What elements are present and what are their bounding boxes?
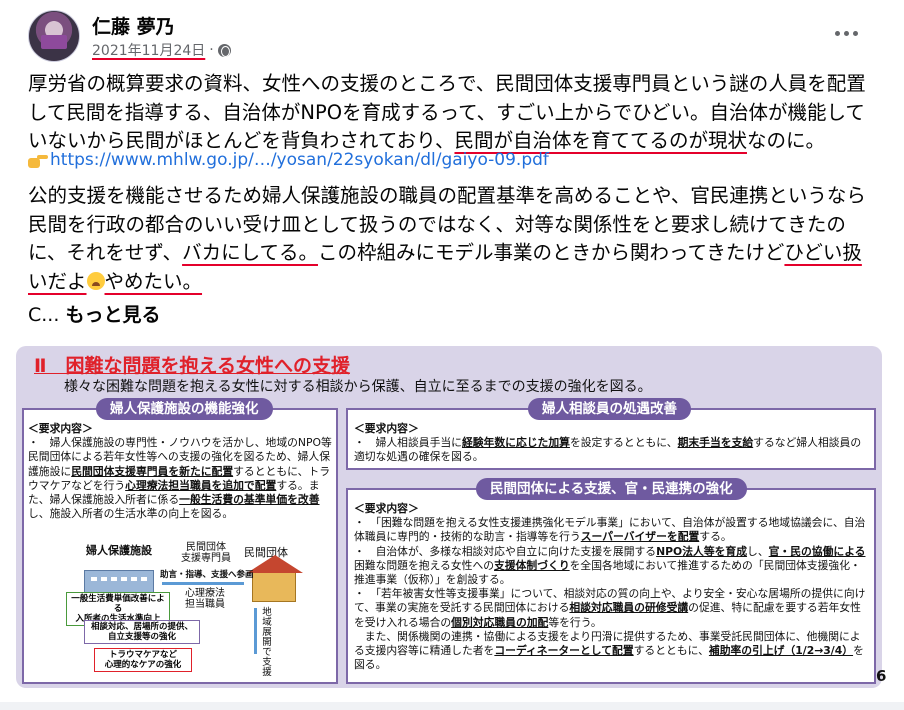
item-2-bold2: 官・民の協働による [768, 544, 866, 558]
paragraph-1-end: なのに。 [746, 129, 825, 152]
public-private-req-label: ＜要求内容＞ [354, 502, 419, 515]
see-more-line: C... もっと見る [28, 300, 160, 327]
shelter-bold-c: 一般生活費の基準単価を改善 [179, 493, 320, 507]
post-paragraph-1: 厚労省の概算要求の資料、女性への支援のところで、民間団体支援専門員という謎の人員… [28, 70, 878, 156]
item-2-mid2: 困難な問題を抱える女性への [354, 558, 495, 572]
diagram-staff2: 心理療法 担当職員 [185, 588, 225, 610]
public-private-box-header: 民間団体による支援、官・民連携の強化 [476, 478, 747, 500]
shelter-box-header: 婦人保護施設の機能強化 [96, 398, 273, 420]
crying-face-emoji [86, 271, 105, 290]
link-line: https://www.mhlw.go.jp/…/yosan/22syokan/… [28, 150, 549, 170]
facebook-post: 仁藤 夢乃 2021年11月24日 · 厚労省の概算要求の資料、女性への支援のと… [0, 0, 904, 702]
item-3-end: 等を行う。 [548, 615, 602, 629]
paragraph-1-underlined: 民間が自治体を育ててるのが現状 [454, 129, 747, 152]
item-1-bold: スーパーバイザーを配置 [580, 530, 700, 544]
counselor-bold-b: 期末手当を支給 [677, 436, 754, 450]
post-paragraph-2: 公的支援を機能させるため婦人保護施設の職員の配置基準を高めることや、官民連携とい… [28, 182, 878, 296]
truncated-text: C... [28, 304, 60, 326]
post-date[interactable]: 2021年11月24日 [92, 40, 205, 60]
mhlw-pdf-link[interactable]: https://www.mhlw.go.jp/…/yosan/22syokan/… [50, 150, 549, 170]
arrow-assist [162, 582, 244, 585]
globe-icon [217, 43, 231, 57]
item-3: ・ 「若年被害女性等支援事業」について、相談対応の質の向上や、より安全・安心な居… [354, 587, 870, 630]
counselor-box-text: ＜要求内容＞ ・ 婦人相談員手当に経験年数に応じた加算を設定するとともに、期末手… [354, 422, 870, 465]
counselor-text-a: ・ 婦人相談員手当に [354, 436, 462, 450]
shelter-box-text: ＜要求内容＞ ・ 婦人保護施設の専門性・ノウハウを活かし、地域のNPO等民間団体… [28, 422, 332, 521]
author-name[interactable]: 仁藤 夢乃 [92, 12, 175, 39]
diagram-box-trauma: トラウマケアなど 心理的なケアの強化 [94, 648, 192, 672]
shelter-text-d: し、施設入所者の生活水準の向上を図る。 [28, 507, 234, 521]
item-1-end: する。 [699, 530, 732, 544]
attached-slide-image[interactable]: Ⅱ 困難な問題を抱える女性への支援 様々な困難な問題を抱える女性に対する相談から… [14, 346, 886, 690]
counselor-bold-a: 経験年数に応じた加算 [461, 436, 570, 450]
diagram-vertical-text: 地域展開で支援 [262, 607, 272, 678]
item-2-bold3: 支援体制づくり [494, 558, 570, 572]
counselor-box-header: 婦人相談員の処遇改善 [528, 398, 691, 420]
pointing-hand-emoji [28, 152, 48, 168]
shelter-bold-a: 民間団体支援専門員を新たに配置 [71, 464, 234, 478]
item-4: また、関係機関の連携・協働による支援をより円滑に提供するため、事業受託民間団体に… [354, 630, 870, 673]
paragraph-2-underlined-3: やめたい。 [104, 269, 203, 293]
item-2: ・ 自治体が、多様な相談対応や自立に向けた支援を展開するNPO法人等を育成し、官… [354, 545, 870, 588]
item-3-bold: 相談対応職員の研修受講 [569, 601, 689, 615]
item-2-bold: NPO法人等を育成 [656, 544, 748, 558]
item-4-bold: コーディネーターとして配置 [494, 644, 634, 658]
post-meta: 2021年11月24日 · [92, 40, 231, 60]
slide-subtitle: 様々な困難な問題を抱える女性に対する相談から保護、自立に至るまでの支援の強化を図… [64, 379, 652, 395]
item-3-bold2: 個別対応職員の加配 [451, 615, 549, 629]
shelter-req-label: ＜要求内容＞ [28, 422, 93, 435]
public-private-box-text: ＜要求内容＞ ・ 「困難な問題を抱える女性支援連携強化モデル事業」において、自治… [354, 502, 870, 672]
diagram-staff1: 民間団体 支援専門員 [181, 542, 231, 564]
see-more-button[interactable]: もっと見る [65, 304, 160, 326]
slide-page-number: 6 [876, 667, 887, 685]
item-2-mid: し、 [747, 544, 769, 558]
item-2-text: ・ 自治体が、多様な相談対応や自立に向けた支援を展開する [354, 544, 657, 558]
more-options-icon[interactable] [826, 22, 866, 44]
shelter-bold-b: 心理療法担当職員を追加で配置 [125, 478, 277, 492]
counselor-req-label: ＜要求内容＞ [354, 422, 419, 435]
item-4-mid: するとともに、 [633, 644, 709, 658]
counselor-text-b: を設定するとともに、 [569, 436, 678, 450]
paragraph-2-underlined-1: バカにしてる。 [182, 241, 318, 264]
meta-separator: · [209, 42, 214, 58]
diagram-box-support: 相談対応、居場所の提供、 自立支援等の強化 [84, 620, 200, 644]
paragraph-2-mid: この枠組みにモデル事業のときから関わってきたけど [317, 241, 785, 264]
item-1: ・ 「困難な問題を抱える女性支援連携強化モデル事業」において、自治体が設置する地… [354, 516, 870, 544]
arrow-regional [254, 608, 257, 654]
diagram-facility: 婦人保護施設 [86, 544, 152, 557]
diagram-assist: 助言・指導、支援へ参画 [160, 570, 254, 580]
author-avatar[interactable] [28, 10, 80, 62]
slide-title: Ⅱ 困難な問題を抱える女性への支援 [34, 355, 350, 377]
private-org-house-icon [247, 555, 303, 602]
item-4-bold2: 補助率の引上げ（1/2→3/4） [708, 644, 854, 658]
